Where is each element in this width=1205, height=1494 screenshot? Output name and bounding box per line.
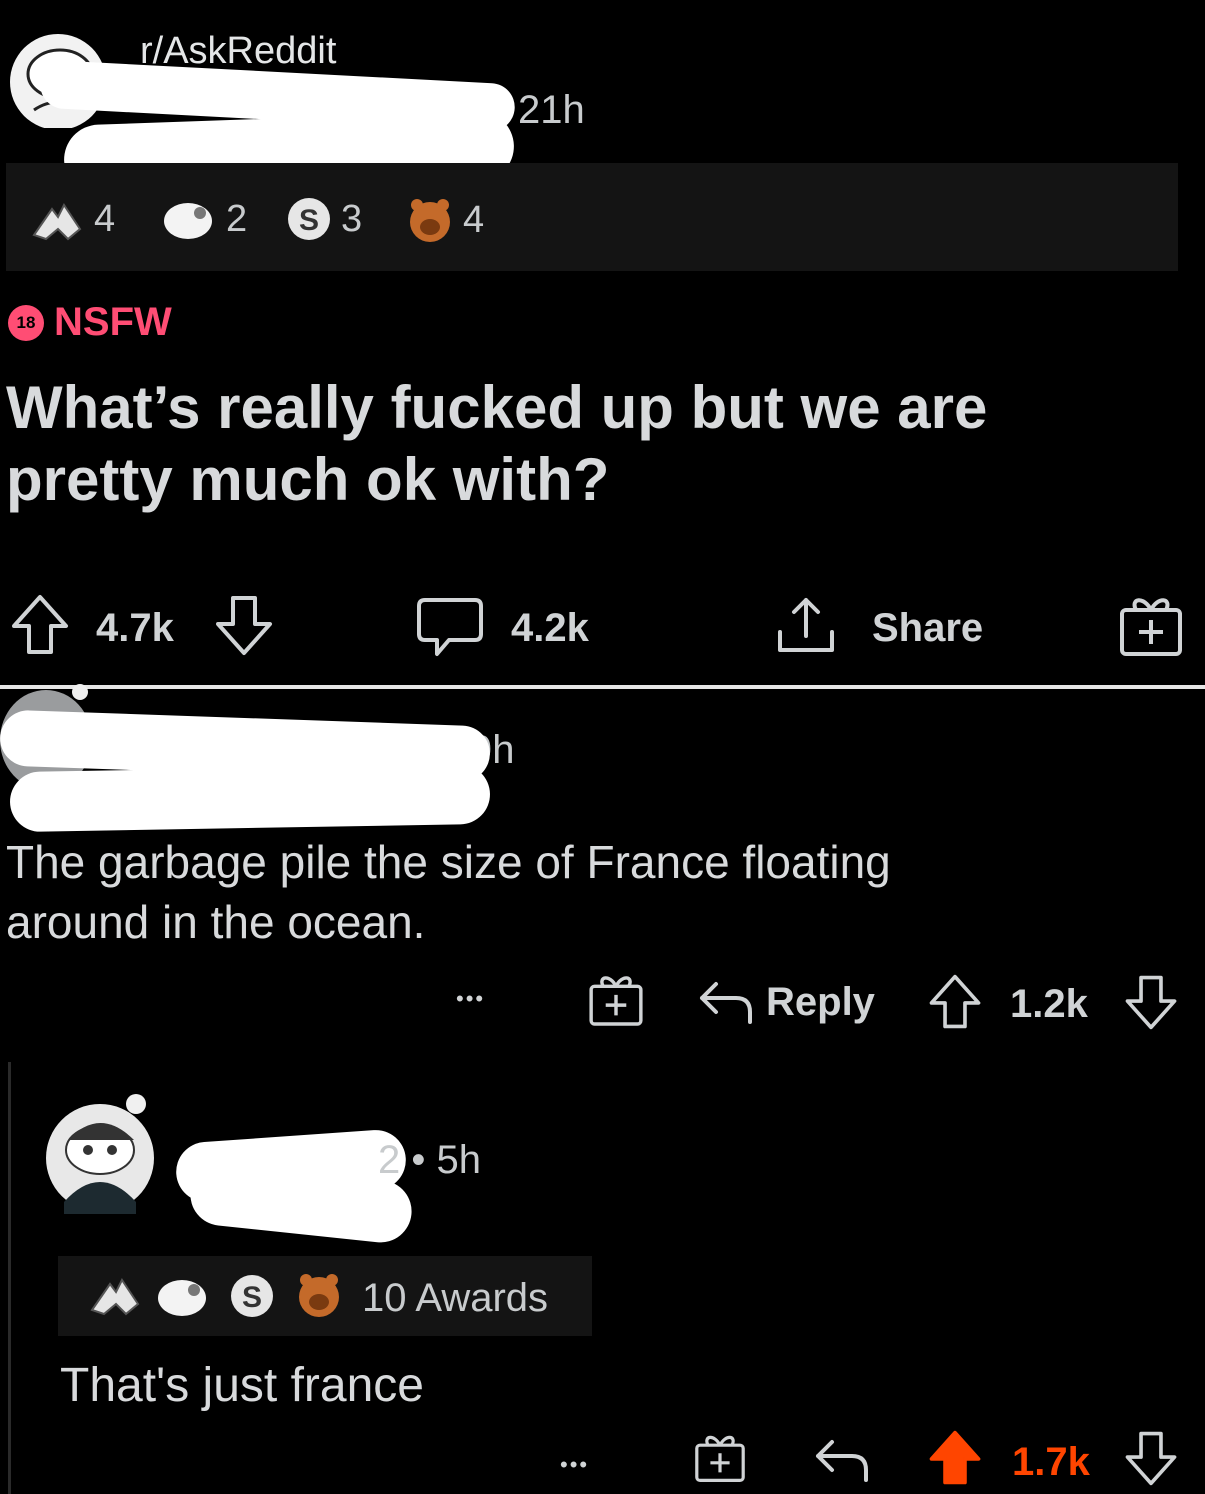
helpful-icon <box>160 195 218 243</box>
nsfw-18-icon: 18 <box>8 304 44 341</box>
silver-icon: S <box>228 1272 276 1320</box>
reply-arrow-icon[interactable] <box>814 1434 870 1486</box>
post-title[interactable]: What’s really fucked up but we are prett… <box>6 372 987 516</box>
comment2-more-button[interactable]: ••• <box>560 1452 589 1478</box>
wholesome-hug-icon <box>28 195 86 243</box>
comment1-downvote-icon[interactable] <box>1122 972 1180 1032</box>
comment1-reply-button[interactable]: Reply <box>766 980 875 1025</box>
award-facepalm-bear[interactable]: 4 <box>405 195 484 245</box>
svg-text:S: S <box>242 1281 262 1314</box>
svg-text:S: S <box>299 204 319 237</box>
comment-bubble-icon[interactable] <box>415 594 485 660</box>
post-downvote-icon[interactable] <box>212 592 276 658</box>
award-helpful[interactable]: 2 <box>160 195 247 243</box>
facepalm-bear-icon <box>405 195 455 245</box>
post-upvote-icon[interactable] <box>8 592 72 658</box>
wholesome-hug-icon <box>86 1270 144 1318</box>
reply-arrow-icon[interactable] <box>698 976 754 1028</box>
comment2-meta: 2 • 5h <box>378 1138 481 1182</box>
give-award-icon[interactable] <box>586 970 646 1030</box>
award-wholesome-hug[interactable]: 4 <box>28 195 115 243</box>
share-button[interactable]: Share <box>872 606 983 651</box>
give-award-icon[interactable] <box>1116 592 1186 660</box>
post-score: 4.7k <box>96 606 174 650</box>
comment2-awards-label: 10 Awards <box>362 1276 549 1320</box>
online-dot <box>72 684 88 700</box>
give-award-icon[interactable] <box>692 1430 748 1486</box>
helpful-icon <box>154 1272 212 1320</box>
comment1-upvote-icon[interactable] <box>926 972 984 1032</box>
comment1-body: The garbage pile the size of France floa… <box>6 836 891 948</box>
post-divider <box>0 685 1205 689</box>
comment-count[interactable]: 4.2k <box>511 606 589 651</box>
facepalm-bear-icon <box>294 1270 344 1320</box>
nsfw-tag: 18 NSFW <box>8 300 172 345</box>
comment1-score: 1.2k <box>1010 982 1088 1026</box>
thread-line[interactable] <box>8 1062 11 1494</box>
comment1-more-button[interactable]: ••• <box>456 986 485 1012</box>
nsfw-label: NSFW <box>54 300 172 344</box>
comment2-body: That's just france <box>60 1359 424 1412</box>
comment2-upvote-icon-active[interactable] <box>926 1428 984 1488</box>
comment2-downvote-icon[interactable] <box>1122 1428 1180 1488</box>
redaction-scribble <box>9 763 491 833</box>
silver-icon: S <box>285 195 333 243</box>
online-dot <box>126 1094 146 1114</box>
award-silver[interactable]: S 3 <box>285 195 362 243</box>
post-time: 21h <box>518 88 585 132</box>
comment2-avatar[interactable] <box>44 1102 156 1214</box>
share-icon[interactable] <box>772 592 840 658</box>
comment2-score: 1.7k <box>1012 1440 1090 1484</box>
